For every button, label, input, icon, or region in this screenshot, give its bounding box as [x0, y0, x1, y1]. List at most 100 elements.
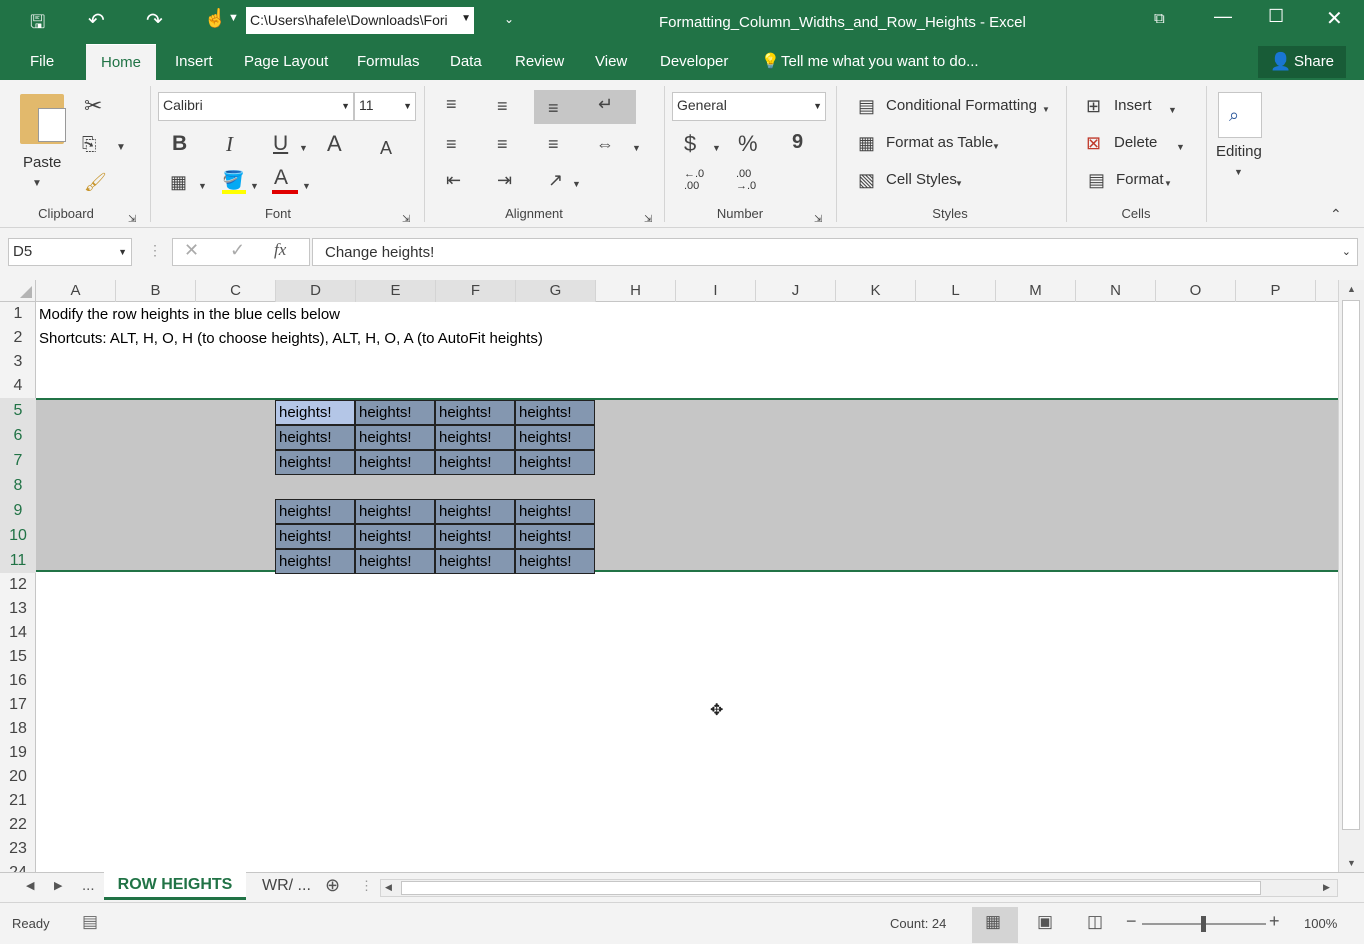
row-header-3[interactable]: 3 — [0, 350, 36, 374]
cell-d5[interactable]: heights! — [275, 400, 355, 425]
merge-center-icon[interactable]: ⇔ — [596, 132, 614, 156]
cancel-icon[interactable]: ✕ — [184, 240, 199, 261]
row-header-16[interactable]: 16 — [0, 669, 36, 693]
row-header-11[interactable]: 11 — [0, 548, 36, 573]
sheet-tab-row-heights[interactable]: ROW HEIGHTS — [104, 872, 246, 900]
customize-qat-icon[interactable]: ⌄ — [504, 12, 514, 26]
increase-decimal-button[interactable]: ←.0 .00 — [684, 168, 710, 192]
share-button[interactable]: 👤 Share — [1258, 46, 1346, 78]
copy-icon[interactable]: ⎘ — [82, 132, 96, 156]
align-left-icon[interactable]: ≡ — [446, 132, 457, 156]
insert-cells-button[interactable]: Insert — [1114, 97, 1152, 114]
touch-mode-icon[interactable]: ☝ — [204, 8, 226, 29]
name-box[interactable]: D5 ▼ — [8, 238, 132, 266]
cell-d11[interactable]: heights! — [275, 549, 355, 574]
tab-view[interactable]: View — [595, 44, 627, 80]
top-align-icon[interactable]: ≡ — [446, 92, 457, 116]
bottom-align-icon[interactable]: ≡ — [548, 96, 559, 120]
middle-align-icon[interactable]: ≡ — [497, 94, 508, 118]
cell-f10[interactable]: heights! — [435, 524, 515, 549]
row-header-12[interactable]: 12 — [0, 573, 36, 597]
row-header-21[interactable]: 21 — [0, 789, 36, 813]
more-sheets-left[interactable]: ... — [82, 877, 95, 894]
conditional-formatting-icon[interactable]: ▤ — [858, 94, 875, 118]
tab-developer[interactable]: Developer — [660, 44, 728, 80]
delete-cells-icon[interactable]: ⊠ — [1086, 131, 1101, 155]
editing-button[interactable]: ⌕ — [1218, 92, 1262, 138]
row-header-10[interactable]: 10 — [0, 523, 36, 548]
enter-icon[interactable]: ✓ — [230, 240, 245, 261]
column-header-k[interactable]: K — [836, 280, 916, 302]
scroll-left-icon[interactable]: ◀ — [385, 882, 392, 893]
cell-styles-button[interactable]: Cell Styles — [886, 171, 957, 188]
minimize-icon[interactable]: — — [1214, 6, 1232, 27]
save-icon[interactable]: 🖫 — [30, 10, 45, 40]
cell-g6[interactable]: heights! — [515, 425, 595, 450]
cell-g11[interactable]: heights! — [515, 549, 595, 574]
underline-button[interactable]: U — [273, 132, 288, 156]
shrink-font-button[interactable]: A — [380, 136, 392, 160]
cell-e5[interactable]: heights! — [355, 400, 435, 425]
conditional-formatting-dropdown-icon[interactable]: ▼ — [1042, 98, 1050, 122]
tab-formulas[interactable]: Formulas — [357, 44, 420, 80]
zoom-slider-handle[interactable] — [1201, 916, 1206, 932]
column-header-o[interactable]: O — [1156, 280, 1236, 302]
column-header-n[interactable]: N — [1076, 280, 1156, 302]
column-header-m[interactable]: M — [996, 280, 1076, 302]
cut-icon[interactable]: ✂ — [84, 94, 102, 118]
percent-button[interactable]: % — [738, 132, 758, 156]
row-header-19[interactable]: 19 — [0, 741, 36, 765]
currency-dropdown-icon[interactable]: ▼ — [712, 136, 721, 160]
cell-d10[interactable]: heights! — [275, 524, 355, 549]
merge-dropdown-icon[interactable]: ▼ — [632, 136, 641, 160]
borders-dropdown-icon[interactable]: ▼ — [198, 174, 207, 198]
zoom-level[interactable]: 100% — [1304, 916, 1337, 931]
cell-g9[interactable]: heights! — [515, 499, 595, 524]
format-painter-icon[interactable]: 🖌 — [84, 170, 107, 194]
column-header-l[interactable]: L — [916, 280, 996, 302]
align-center-icon[interactable]: ≡ — [497, 132, 508, 156]
macro-record-icon[interactable]: ▤ — [82, 912, 98, 932]
delete-cells-dropdown-icon[interactable]: ▼ — [1176, 135, 1185, 159]
fill-color-icon[interactable]: 🪣 — [222, 168, 244, 192]
undo-icon[interactable]: ↶ — [88, 8, 105, 33]
cell-f9[interactable]: heights! — [435, 499, 515, 524]
row-header-18[interactable]: 18 — [0, 717, 36, 741]
paste-button[interactable]: Paste — [23, 154, 61, 171]
cell-styles-icon[interactable]: ▧ — [858, 168, 875, 192]
row-header-4[interactable]: 4 — [0, 374, 36, 398]
column-header-d[interactable]: D — [276, 280, 356, 302]
new-sheet-icon[interactable]: ⊕ — [325, 875, 340, 896]
number-format-box[interactable]: General ▼ — [672, 92, 826, 121]
cell-e9[interactable]: heights! — [355, 499, 435, 524]
cell-f11[interactable]: heights! — [435, 549, 515, 574]
normal-view-icon[interactable]: ▦ — [985, 912, 1001, 932]
row-header-7[interactable]: 7 — [0, 448, 36, 473]
fill-dropdown-icon[interactable]: ▼ — [250, 174, 259, 198]
format-as-table-dropdown-icon[interactable]: ▼ — [992, 135, 1000, 159]
cell-d9[interactable]: heights! — [275, 499, 355, 524]
grow-font-button[interactable]: A — [327, 132, 342, 156]
tab-home[interactable]: Home — [86, 44, 156, 80]
scroll-down-icon[interactable]: ▼ — [1347, 858, 1356, 868]
page-layout-view-icon[interactable]: ▣ — [1037, 912, 1053, 932]
cell-a2[interactable]: Shortcuts: ALT, H, O, H (to choose heigh… — [39, 330, 543, 347]
cell-d7[interactable]: heights! — [275, 450, 355, 475]
row-header-20[interactable]: 20 — [0, 765, 36, 789]
collapse-ribbon-icon[interactable]: ⌃ — [1330, 202, 1342, 226]
format-cells-dropdown-icon[interactable]: ▼ — [1164, 172, 1172, 196]
row-header-15[interactable]: 15 — [0, 645, 36, 669]
zoom-in-icon[interactable]: + — [1269, 911, 1280, 932]
tab-data[interactable]: Data — [450, 44, 482, 80]
row-header-17[interactable]: 17 — [0, 693, 36, 717]
path-combo[interactable]: C:\Users\hafele\Downloads\Fori ▼ — [246, 7, 474, 34]
format-cells-button[interactable]: Format — [1116, 171, 1164, 188]
wrap-text-icon[interactable]: ↵ — [598, 92, 613, 116]
column-header-a[interactable]: A — [36, 280, 116, 302]
vertical-scrollbar[interactable]: ▲ ▼ — [1338, 280, 1364, 872]
horizontal-scrollbar[interactable]: ◀ ▶ — [380, 879, 1338, 897]
insert-cells-icon[interactable]: ⊞ — [1086, 94, 1101, 118]
bold-button[interactable]: B — [172, 132, 187, 156]
column-header-b[interactable]: B — [116, 280, 196, 302]
format-as-table-button[interactable]: Format as Table — [886, 134, 993, 151]
